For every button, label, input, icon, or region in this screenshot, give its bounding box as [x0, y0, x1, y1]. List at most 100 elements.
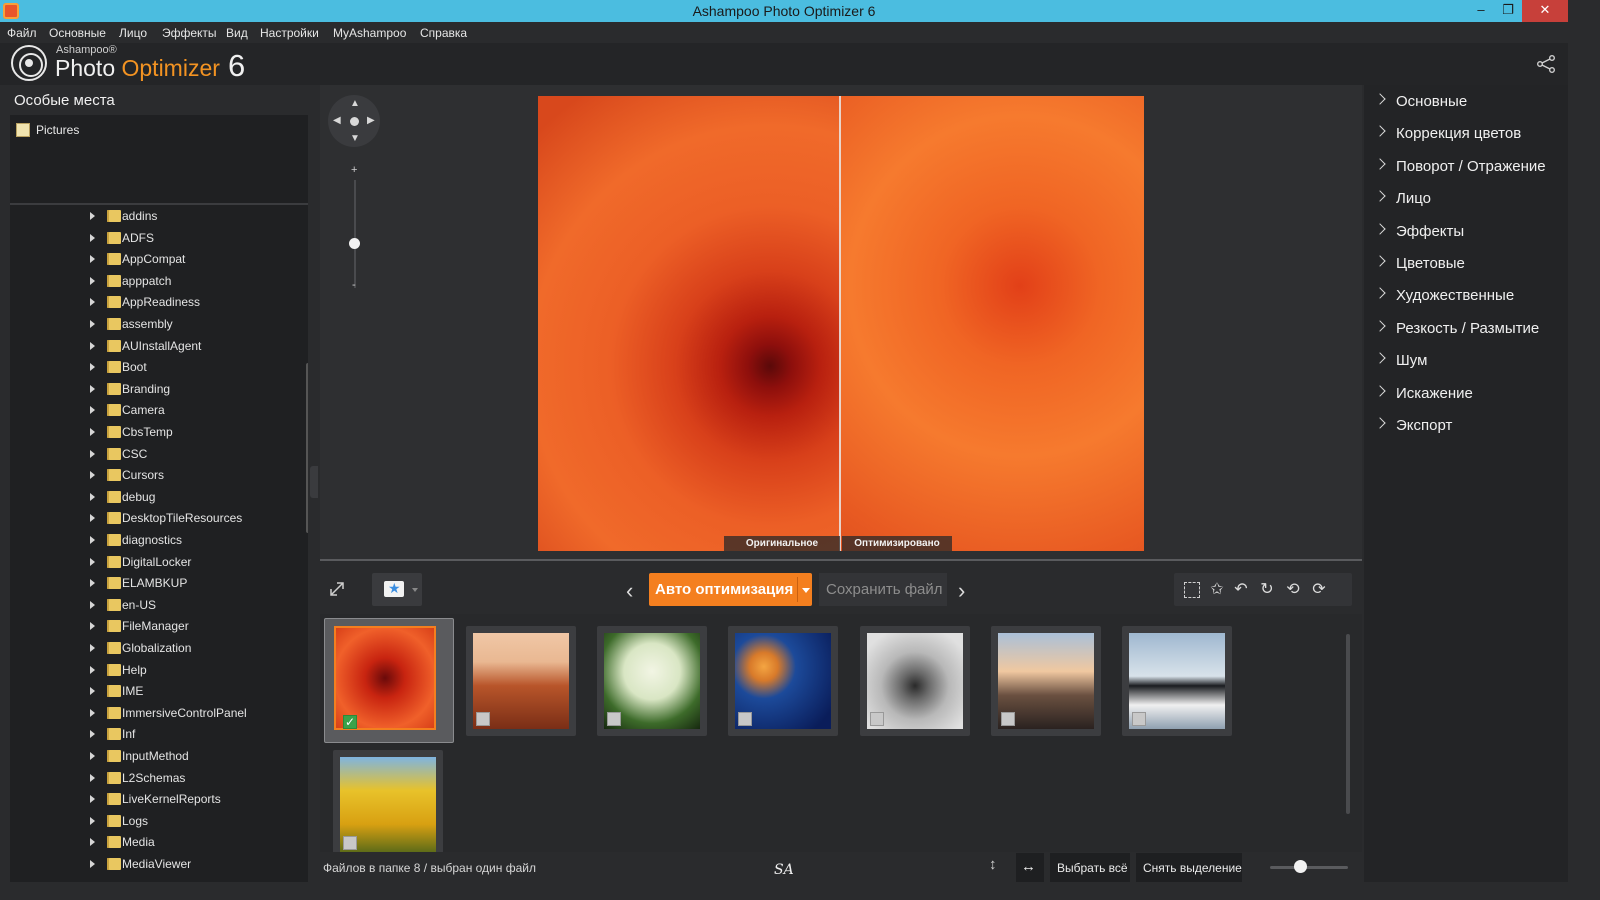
expand-arrow-icon[interactable]: [90, 233, 95, 242]
expand-arrow-icon[interactable]: [90, 449, 95, 458]
thumbnail-checkbox[interactable]: [738, 712, 752, 726]
folder-row[interactable]: ELAMBKUP: [10, 573, 300, 594]
folder-row[interactable]: IME: [10, 681, 300, 702]
expand-arrow-icon[interactable]: [90, 622, 95, 631]
folder-tree[interactable]: addins ADFS AppCompat apppatch AppReadiness a…: [10, 205, 308, 882]
pan-left-icon[interactable]: ◀: [333, 115, 341, 126]
zoom-slider-knob[interactable]: [349, 238, 360, 249]
thumbnail-hydrangea[interactable]: [597, 626, 707, 736]
pan-control[interactable]: ▲ ▼ ◀ ▶: [328, 95, 380, 147]
thumbnail-koala[interactable]: [860, 626, 970, 736]
expand-arrow-icon[interactable]: [90, 428, 95, 436]
expand-arrow-icon[interactable]: [90, 384, 95, 393]
pan-up-icon[interactable]: ▲: [350, 98, 360, 109]
folder-row[interactable]: FileManager: [10, 616, 300, 637]
thumbnail-checkbox[interactable]: [1001, 712, 1015, 726]
expand-arrow-icon[interactable]: [90, 752, 95, 760]
tree-scrollbar[interactable]: [306, 363, 308, 533]
folder-row[interactable]: addins: [10, 206, 300, 227]
zoom-in-label[interactable]: +: [351, 164, 357, 176]
thumbnail-scrollbar[interactable]: [1346, 634, 1350, 814]
thumbnail-flower-orange[interactable]: ✓: [324, 618, 454, 743]
thumbnail-checkbox[interactable]: ✓: [343, 715, 357, 729]
pan-center-icon[interactable]: [350, 117, 359, 126]
menu-myashampoo[interactable]: MyAshampoo: [333, 26, 406, 40]
sort-horizontal-button[interactable]: ↔: [1016, 853, 1044, 882]
deselect-button[interactable]: Снять выделение: [1136, 853, 1242, 882]
folder-row[interactable]: apppatch: [10, 271, 300, 292]
folder-row[interactable]: CbsTemp: [10, 422, 300, 443]
folder-row[interactable]: Globalization: [10, 638, 300, 659]
folder-row[interactable]: debug: [10, 487, 300, 508]
folder-row[interactable]: LiveKernelReports: [10, 789, 300, 810]
tool-category[interactable]: Цветовые: [1364, 249, 1568, 279]
tool-category[interactable]: Коррекция цветов: [1364, 119, 1568, 149]
folder-row[interactable]: AUInstallAgent: [10, 336, 300, 357]
menu-view[interactable]: Вид: [226, 26, 248, 40]
tool-category[interactable]: Искажение: [1364, 379, 1568, 409]
save-file-button[interactable]: Сохранить файл: [819, 573, 947, 606]
expand-arrow-icon[interactable]: [90, 406, 95, 415]
folder-row[interactable]: InputMethod: [10, 746, 300, 767]
thumbnail-size-slider[interactable]: [1270, 866, 1348, 869]
crop-icon[interactable]: [1184, 582, 1200, 598]
zoom-out-label[interactable]: -: [352, 279, 356, 291]
folder-row[interactable]: AppCompat: [10, 249, 300, 270]
rating-button[interactable]: [372, 573, 422, 606]
select-all-button[interactable]: Выбрать всё: [1050, 853, 1130, 882]
expand-arrow-icon[interactable]: [90, 471, 95, 480]
expand-arrow-icon[interactable]: [90, 579, 95, 588]
expand-arrow-icon[interactable]: [90, 557, 95, 566]
expand-arrow-icon[interactable]: [90, 341, 95, 350]
panel-collapse-handle[interactable]: [310, 466, 318, 498]
expand-arrow-icon[interactable]: [90, 298, 95, 307]
preview-separator[interactable]: [320, 559, 1362, 561]
expand-arrow-icon[interactable]: [90, 708, 95, 717]
expand-arrow-icon[interactable]: [90, 276, 95, 285]
folder-row[interactable]: Logs: [10, 811, 300, 832]
folder-row[interactable]: Media: [10, 832, 300, 853]
expand-arrow-icon[interactable]: [90, 536, 95, 544]
expand-arrow-icon[interactable]: [90, 255, 95, 264]
expand-arrow-icon[interactable]: [90, 773, 95, 782]
folder-row[interactable]: Inf: [10, 724, 300, 745]
folder-row[interactable]: diagnostics: [10, 530, 300, 551]
auto-optimize-dropdown-icon[interactable]: [802, 588, 810, 593]
folder-row[interactable]: Boot: [10, 357, 300, 378]
expand-arrow-icon[interactable]: [90, 492, 95, 501]
folder-row[interactable]: Help: [10, 660, 300, 681]
folder-row[interactable]: DigitalLocker: [10, 552, 300, 573]
tool-category[interactable]: Поворот / Отражение: [1364, 152, 1568, 182]
expand-arrow-icon[interactable]: [90, 212, 95, 220]
next-image-button[interactable]: ›: [958, 578, 965, 604]
magic-star-icon[interactable]: ✩: [1208, 581, 1226, 599]
undo-icon[interactable]: ↶: [1232, 581, 1250, 599]
folder-row[interactable]: en-US: [10, 595, 300, 616]
sort-vertical-icon[interactable]: ↕: [989, 856, 997, 873]
preview-image[interactable]: [538, 96, 1144, 551]
expand-arrow-icon[interactable]: [90, 600, 95, 609]
expand-arrow-icon[interactable]: [90, 687, 95, 696]
pan-right-icon[interactable]: ▶: [367, 115, 375, 126]
menu-help[interactable]: Справка: [420, 26, 467, 40]
tool-category[interactable]: Шум: [1364, 346, 1568, 376]
thumbnail-checkbox[interactable]: [343, 836, 357, 850]
expand-arrow-icon[interactable]: [90, 860, 95, 868]
menu-settings[interactable]: Настройки: [260, 26, 319, 40]
compare-splitter[interactable]: [839, 96, 841, 551]
folder-row[interactable]: MediaViewer: [10, 854, 300, 875]
rotate-icon[interactable]: ↻: [1258, 581, 1276, 599]
favorite-pictures[interactable]: Pictures: [16, 121, 79, 139]
auto-optimize-button[interactable]: Авто оптимизация: [649, 573, 812, 606]
thumbnail-desert-rock[interactable]: [466, 626, 576, 736]
rotate-right-90-icon[interactable]: ⟳: [1310, 581, 1328, 599]
expand-arrow-icon[interactable]: [90, 665, 95, 674]
folder-row[interactable]: assembly: [10, 314, 300, 335]
share-icon[interactable]: [1536, 55, 1556, 73]
expand-arrow-icon[interactable]: [90, 838, 95, 847]
folder-row[interactable]: L2Schemas: [10, 768, 300, 789]
previous-image-button[interactable]: ‹: [626, 578, 633, 604]
folder-row[interactable]: Camera: [10, 400, 300, 421]
menu-effects[interactable]: Эффекты: [162, 26, 217, 40]
thumbnail-checkbox[interactable]: [870, 712, 884, 726]
